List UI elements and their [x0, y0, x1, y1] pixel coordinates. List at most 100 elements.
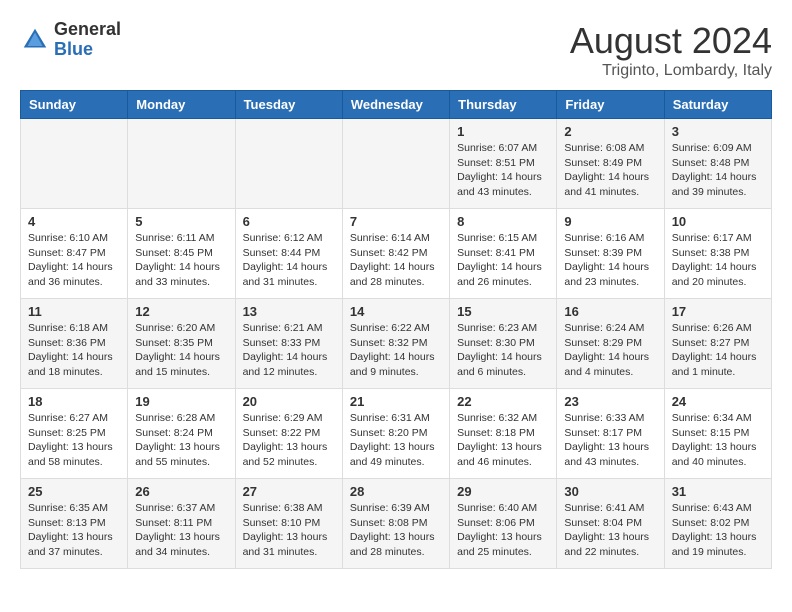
day-number: 27	[243, 484, 335, 499]
day-info: Sunrise: 6:16 AMSunset: 8:39 PMDaylight:…	[564, 231, 656, 290]
day-number: 9	[564, 214, 656, 229]
calendar-cell: 11 Sunrise: 6:18 AMSunset: 8:36 PMDayligh…	[21, 299, 128, 389]
calendar-week-4: 18Sunrise: 6:27 AMSunset: 8:25 PMDayligh…	[21, 389, 772, 479]
day-number: 29	[457, 484, 549, 499]
logo-general: General	[54, 20, 121, 40]
calendar-cell	[235, 119, 342, 209]
day-info: Sunrise: 6:32 AMSunset: 8:18 PMDaylight:…	[457, 411, 549, 470]
logo-icon	[20, 25, 50, 55]
calendar-cell	[21, 119, 128, 209]
calendar-cell: 28 Sunrise: 6:39 AMSunset: 8:08 PMDayligh…	[342, 479, 449, 569]
header-row: Sunday Monday Tuesday Wednesday Thursday…	[21, 91, 772, 119]
day-info: Sunrise: 6:35 AMSunset: 8:13 PMDaylight:…	[28, 501, 120, 560]
col-thursday: Thursday	[450, 91, 557, 119]
day-number: 5	[135, 214, 227, 229]
calendar-cell: 22 Sunrise: 6:32 AMSunset: 8:18 PMDayligh…	[450, 389, 557, 479]
day-number: 17	[672, 304, 764, 319]
day-number: 23	[564, 394, 656, 409]
day-number: 19	[135, 394, 227, 409]
day-info: Sunrise: 6:18 AMSunset: 8:36 PMDaylight:…	[28, 321, 120, 380]
calendar-cell: 31 Sunrise: 6:43 AMSunset: 8:02 PMDayligh…	[664, 479, 771, 569]
day-info: Sunrise: 6:12 AMSunset: 8:44 PMDaylight:…	[243, 231, 335, 290]
calendar-cell	[128, 119, 235, 209]
calendar-cell: 2 Sunrise: 6:08 AMSunset: 8:49 PMDaylight…	[557, 119, 664, 209]
day-info: Sunrise: 6:24 AMSunset: 8:29 PMDaylight:…	[564, 321, 656, 380]
day-info: Sunrise: 6:10 AMSunset: 8:47 PMDaylight:…	[28, 231, 120, 290]
day-number: 12	[135, 304, 227, 319]
logo: General Blue	[20, 20, 121, 60]
calendar-cell: 27Sunrise: 6:38 AMSunset: 8:10 PMDayligh…	[235, 479, 342, 569]
calendar-cell: 7 Sunrise: 6:14 AMSunset: 8:42 PMDaylight…	[342, 209, 449, 299]
day-number: 26	[135, 484, 227, 499]
calendar-cell: 10Sunrise: 6:17 AMSunset: 8:38 PMDayligh…	[664, 209, 771, 299]
day-number: 24	[672, 394, 764, 409]
calendar-cell: 19 Sunrise: 6:28 AMSunset: 8:24 PMDayligh…	[128, 389, 235, 479]
logo-text: General Blue	[54, 20, 121, 60]
calendar-body: 1 Sunrise: 6:07 AMSunset: 8:51 PMDaylight…	[21, 119, 772, 569]
calendar-cell	[342, 119, 449, 209]
day-number: 11	[28, 304, 120, 319]
col-monday: Monday	[128, 91, 235, 119]
day-info: Sunrise: 6:20 AMSunset: 8:35 PMDaylight:…	[135, 321, 227, 380]
day-number: 6	[243, 214, 335, 229]
calendar-cell: 14 Sunrise: 6:22 AMSunset: 8:32 PMDayligh…	[342, 299, 449, 389]
day-info: Sunrise: 6:07 AMSunset: 8:51 PMDaylight:…	[457, 141, 549, 200]
calendar-cell: 5Sunrise: 6:11 AMSunset: 8:45 PMDaylight…	[128, 209, 235, 299]
day-number: 8	[457, 214, 549, 229]
day-info: Sunrise: 6:31 AMSunset: 8:20 PMDaylight:…	[350, 411, 442, 470]
day-number: 25	[28, 484, 120, 499]
day-number: 7	[350, 214, 442, 229]
calendar-week-2: 4 Sunrise: 6:10 AMSunset: 8:47 PMDaylight…	[21, 209, 772, 299]
location: Triginto, Lombardy, Italy	[570, 62, 772, 80]
day-number: 20	[243, 394, 335, 409]
calendar-cell: 16 Sunrise: 6:24 AMSunset: 8:29 PMDayligh…	[557, 299, 664, 389]
day-info: Sunrise: 6:33 AMSunset: 8:17 PMDaylight:…	[564, 411, 656, 470]
calendar-header: Sunday Monday Tuesday Wednesday Thursday…	[21, 91, 772, 119]
calendar-cell: 3Sunrise: 6:09 AMSunset: 8:48 PMDaylight…	[664, 119, 771, 209]
day-number: 13	[243, 304, 335, 319]
calendar-cell: 8 Sunrise: 6:15 AMSunset: 8:41 PMDaylight…	[450, 209, 557, 299]
calendar-cell: 6 Sunrise: 6:12 AMSunset: 8:44 PMDaylight…	[235, 209, 342, 299]
col-friday: Friday	[557, 91, 664, 119]
calendar-cell: 21 Sunrise: 6:31 AMSunset: 8:20 PMDayligh…	[342, 389, 449, 479]
day-info: Sunrise: 6:08 AMSunset: 8:49 PMDaylight:…	[564, 141, 656, 200]
calendar-cell: 12 Sunrise: 6:20 AMSunset: 8:35 PMDayligh…	[128, 299, 235, 389]
day-info: Sunrise: 6:23 AMSunset: 8:30 PMDaylight:…	[457, 321, 549, 380]
calendar-cell: 9 Sunrise: 6:16 AMSunset: 8:39 PMDaylight…	[557, 209, 664, 299]
day-number: 31	[672, 484, 764, 499]
day-info: Sunrise: 6:37 AMSunset: 8:11 PMDaylight:…	[135, 501, 227, 560]
calendar-cell: 23 Sunrise: 6:33 AMSunset: 8:17 PMDayligh…	[557, 389, 664, 479]
day-number: 22	[457, 394, 549, 409]
calendar-cell: 24Sunrise: 6:34 AMSunset: 8:15 PMDayligh…	[664, 389, 771, 479]
col-tuesday: Tuesday	[235, 91, 342, 119]
day-info: Sunrise: 6:15 AMSunset: 8:41 PMDaylight:…	[457, 231, 549, 290]
calendar-cell: 15 Sunrise: 6:23 AMSunset: 8:30 PMDayligh…	[450, 299, 557, 389]
day-number: 2	[564, 124, 656, 139]
day-info: Sunrise: 6:40 AMSunset: 8:06 PMDaylight:…	[457, 501, 549, 560]
col-saturday: Saturday	[664, 91, 771, 119]
day-info: Sunrise: 6:28 AMSunset: 8:24 PMDaylight:…	[135, 411, 227, 470]
title-block: August 2024 Triginto, Lombardy, Italy	[570, 20, 772, 80]
day-number: 15	[457, 304, 549, 319]
day-number: 14	[350, 304, 442, 319]
calendar-cell: 30Sunrise: 6:41 AMSunset: 8:04 PMDayligh…	[557, 479, 664, 569]
calendar-cell: 4 Sunrise: 6:10 AMSunset: 8:47 PMDaylight…	[21, 209, 128, 299]
logo-blue: Blue	[54, 40, 121, 60]
day-info: Sunrise: 6:14 AMSunset: 8:42 PMDaylight:…	[350, 231, 442, 290]
day-number: 21	[350, 394, 442, 409]
day-info: Sunrise: 6:27 AMSunset: 8:25 PMDaylight:…	[28, 411, 120, 470]
day-info: Sunrise: 6:09 AMSunset: 8:48 PMDaylight:…	[672, 141, 764, 200]
day-info: Sunrise: 6:26 AMSunset: 8:27 PMDaylight:…	[672, 321, 764, 380]
day-number: 16	[564, 304, 656, 319]
calendar-cell: 1 Sunrise: 6:07 AMSunset: 8:51 PMDaylight…	[450, 119, 557, 209]
day-info: Sunrise: 6:41 AMSunset: 8:04 PMDaylight:…	[564, 501, 656, 560]
day-info: Sunrise: 6:22 AMSunset: 8:32 PMDaylight:…	[350, 321, 442, 380]
day-number: 28	[350, 484, 442, 499]
calendar-cell: 26 Sunrise: 6:37 AMSunset: 8:11 PMDayligh…	[128, 479, 235, 569]
day-number: 4	[28, 214, 120, 229]
col-sunday: Sunday	[21, 91, 128, 119]
calendar-cell: 29 Sunrise: 6:40 AMSunset: 8:06 PMDayligh…	[450, 479, 557, 569]
day-info: Sunrise: 6:43 AMSunset: 8:02 PMDaylight:…	[672, 501, 764, 560]
day-info: Sunrise: 6:39 AMSunset: 8:08 PMDaylight:…	[350, 501, 442, 560]
day-number: 1	[457, 124, 549, 139]
